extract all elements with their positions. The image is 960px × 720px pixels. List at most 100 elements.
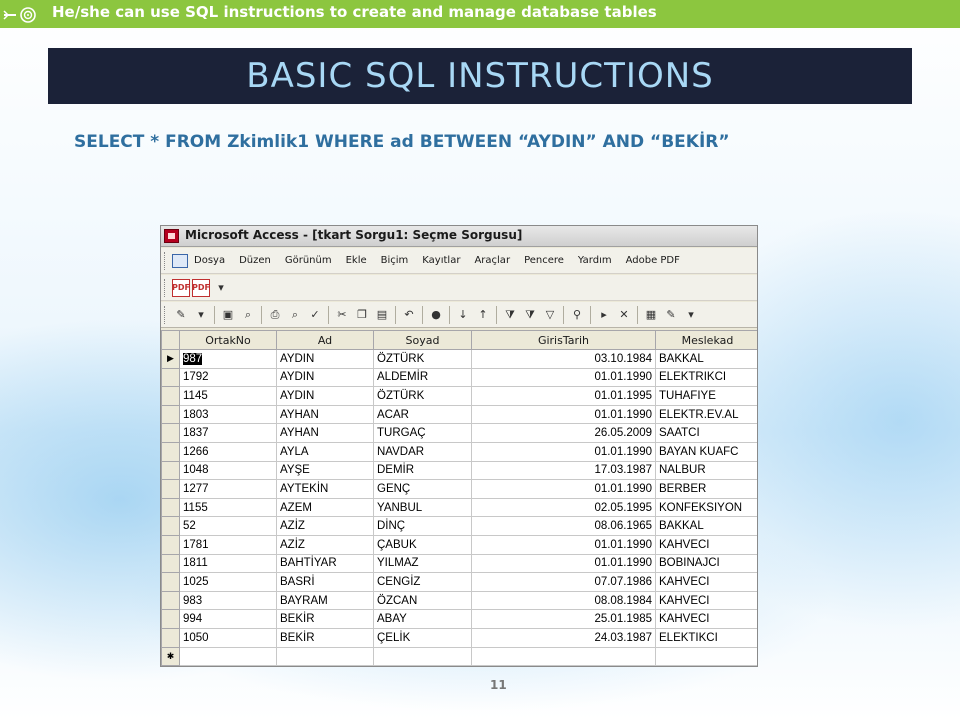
cell-giristarih[interactable]: 01.01.1995 [471,386,656,406]
save-icon[interactable]: ▣ [219,306,237,324]
cell-soyad[interactable]: ACAR [373,404,472,425]
table-row[interactable]: 1277 AYTEKİN GENÇ 01.01.1990 BERBER [161,479,757,499]
cell-meslekad[interactable]: KAHVECI [655,609,757,629]
database-window-icon[interactable]: ▦ [642,306,660,324]
row-selector[interactable] [161,404,180,425]
hyperlink-icon[interactable]: ● [427,306,445,324]
row-selector[interactable] [161,627,180,648]
cell-giristarih[interactable]: 08.06.1965 [471,516,656,536]
cell-ortakno[interactable]: 1048 [179,460,277,481]
table-row[interactable]: 1145 AYDIN ÖZTÜRK 01.01.1995 TUHAFIYE [161,386,757,406]
cell-ortakno[interactable]: 1025 [179,572,277,592]
cell-meslekad[interactable]: KONFEKSIYON [655,497,757,518]
cell-meslekad[interactable]: KAHVECI [655,534,757,555]
column-header-soyad[interactable]: Soyad [373,330,472,350]
cell-ortakno[interactable]: 1050 [179,627,277,648]
cell-ortakno[interactable]: 983 [179,590,277,611]
table-row[interactable]: 1781 AZİZ ÇABUK 01.01.1990 KAHVECI [161,534,757,555]
cell-ad[interactable]: AYDIN [276,367,374,388]
cell-soyad[interactable]: ÖZCAN [373,590,472,611]
row-selector[interactable] [161,534,180,555]
new-object-icon[interactable]: ✎ [662,306,680,324]
pdf-email-icon[interactable]: PDF [192,278,210,297]
row-selector[interactable] [161,609,180,629]
cell-ortakno[interactable]: 1811 [179,553,277,574]
column-header-ad[interactable]: Ad [276,330,374,350]
row-selector[interactable] [161,423,180,443]
cell-soyad[interactable]: ALDEMİR [373,367,472,388]
row-selector[interactable] [161,386,180,406]
copy-icon[interactable]: ❐ [353,306,371,324]
cell-ortakno[interactable]: 52 [179,516,277,536]
print-icon[interactable]: ⎙ [266,306,284,324]
cell-giristarih[interactable]: 26.05.2009 [471,423,656,443]
cell-ad[interactable]: AYHAN [276,404,374,425]
empty-cell[interactable] [655,646,757,666]
cell-ad[interactable]: BAHTİYAR [276,553,374,574]
cell-ad[interactable]: AYTEKİN [276,479,374,499]
cell-soyad[interactable]: YANBUL [373,497,472,518]
cell-soyad[interactable]: ÇABUK [373,534,472,555]
menu-kayitlar[interactable]: Kayıtlar [422,255,460,266]
table-row[interactable]: 1155 AZEM YANBUL 02.05.1995 KONFEKSIYON [161,497,757,518]
cell-ad[interactable]: AYŞE [276,460,374,481]
menu-duzen[interactable]: Düzen [239,255,271,266]
cell-soyad[interactable]: ABAY [373,609,472,629]
row-selector[interactable] [161,367,180,388]
row-selector[interactable] [161,590,180,611]
toolbar-options-icon[interactable]: ▾ [212,279,230,297]
cell-ad[interactable]: AZİZ [276,534,374,555]
cell-giristarih[interactable]: 02.05.1995 [471,497,656,518]
cell-giristarih[interactable]: 01.01.1990 [471,441,656,462]
cell-meslekad[interactable]: BAKKAL [655,349,757,369]
undo-icon[interactable]: ↶ [400,306,418,324]
delete-record-icon[interactable]: ✕ [615,306,633,324]
cell-ortakno[interactable]: 1155 [179,497,277,518]
cell-ad[interactable]: AYLA [276,441,374,462]
cell-meslekad[interactable]: ELEKTIKCI [655,627,757,648]
cell-ad[interactable]: BASRİ [276,572,374,592]
menu-yardim[interactable]: Yardım [578,255,612,266]
cell-soyad[interactable]: NAVDAR [373,441,472,462]
empty-cell[interactable] [276,646,374,666]
menu-dosya[interactable]: Dosya [194,255,225,266]
table-row[interactable]: 1837 AYHAN TURGAÇ 26.05.2009 SAATCI [161,423,757,443]
row-selector[interactable] [161,441,180,462]
empty-cell[interactable] [179,646,277,666]
spelling-icon[interactable]: ✓ [306,306,324,324]
cell-ad[interactable]: AYDIN [276,349,374,369]
table-row[interactable]: 1050 BEKİR ÇELİK 24.03.1987 ELEKTIKCI [161,627,757,648]
cell-ortakno[interactable]: 1792 [179,367,277,388]
table-row[interactable]: 1025 BASRİ CENGİZ 07.07.1986 KAHVECI [161,572,757,592]
find-icon[interactable]: ⚲ [568,306,586,324]
apply-filter-icon[interactable]: ▽ [541,306,559,324]
empty-cell[interactable] [471,646,656,666]
search-file-icon[interactable]: ⌕ [239,306,257,324]
menu-adobe-pdf[interactable]: Adobe PDF [626,255,680,266]
cell-ortakno[interactable]: 1145 [179,386,277,406]
row-selector[interactable] [161,479,180,499]
empty-cell[interactable] [373,646,472,666]
new-object-dropdown-icon[interactable]: ▾ [682,306,700,324]
current-record-indicator[interactable]: ▶ [161,349,180,369]
cell-giristarih[interactable]: 03.10.1984 [471,349,656,369]
cell-soyad[interactable]: ÖZTÜRK [373,349,472,369]
column-header-ortakno[interactable]: OrtakNo [179,330,277,350]
cell-giristarih[interactable]: 24.03.1987 [471,627,656,648]
cell-ad[interactable]: AZEM [276,497,374,518]
cell-giristarih[interactable]: 01.01.1990 [471,479,656,499]
print-preview-icon[interactable]: ⌕ [286,306,304,324]
cell-giristarih[interactable]: 01.01.1990 [471,553,656,574]
document-icon[interactable] [172,253,188,268]
cell-giristarih[interactable]: 01.01.1990 [471,404,656,425]
table-row[interactable]: 994 BEKİR ABAY 25.01.1985 KAHVECI [161,609,757,629]
menu-gorunum[interactable]: Görünüm [285,255,332,266]
table-row[interactable]: 1792 AYDIN ALDEMİR 01.01.1990 ELEKTRIKCI [161,367,757,388]
cell-meslekad[interactable]: ELEKTRIKCI [655,367,757,388]
sort-descending-icon[interactable]: ↑ [474,306,492,324]
cell-meslekad[interactable]: TUHAFIYE [655,386,757,406]
convert-to-pdf-icon[interactable]: PDF [172,278,190,297]
cell-meslekad[interactable]: KAHVECI [655,590,757,611]
cell-ortakno[interactable]: 987 [179,349,277,369]
cell-ad[interactable]: AZİZ [276,516,374,536]
